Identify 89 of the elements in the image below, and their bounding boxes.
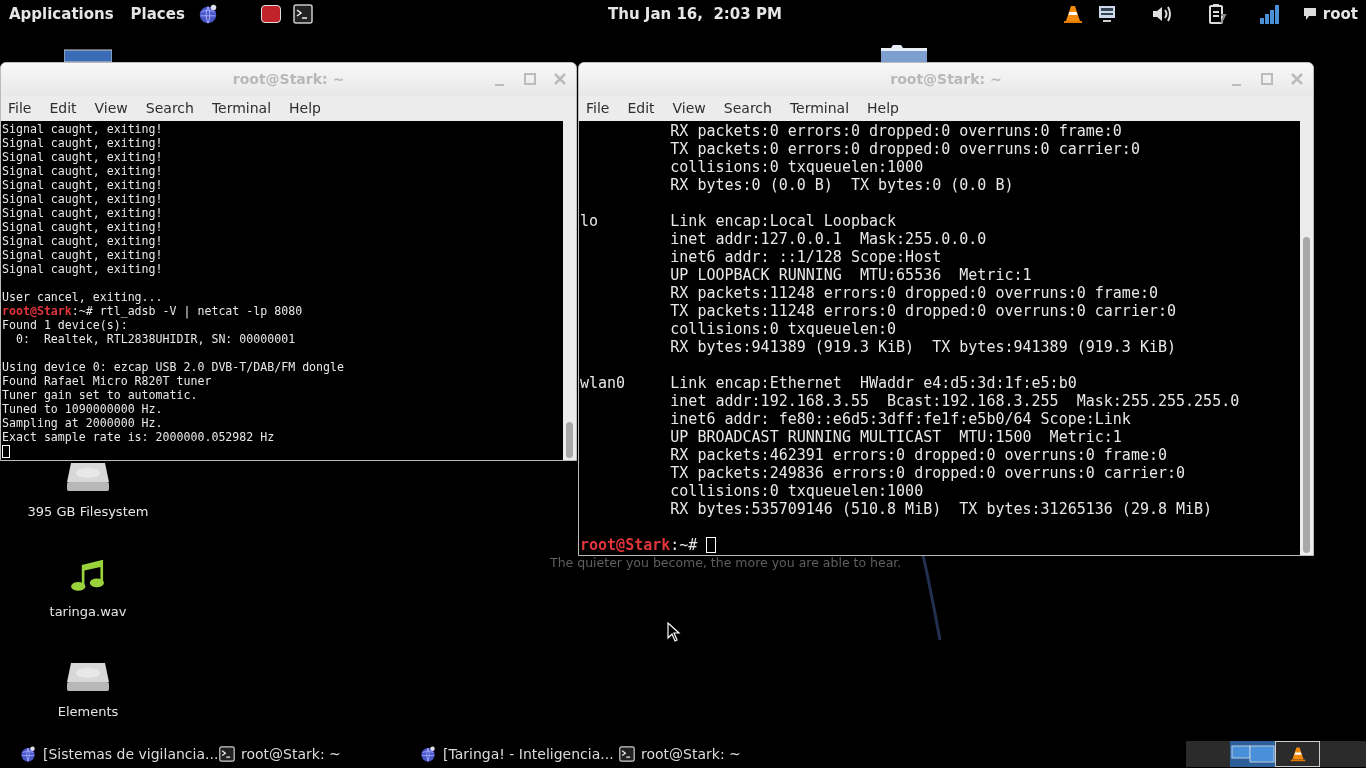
terminal-line: collisions:0 txqueuelen:1000 [669,158,924,176]
taskbar-item[interactable]: root@Stark: ~ [219,743,419,765]
terminal-line: Signal caught, exiting! [2,122,163,136]
menu-item[interactable]: Help [867,98,899,119]
terminal-line: UP BROADCAST RUNNING MULTICAST MTU:1500 Metric:1 [669,428,1122,446]
signal-bars-icon[interactable] [1258,4,1281,24]
terminal-line: RX bytes:941389 (919.3 KiB) TX bytes:941389 (919.3 KiB) [669,338,1177,356]
prompt-user: root@Stark [2,304,72,318]
battery-icon[interactable] [1206,3,1227,25]
terminal-line: Signal caught, exiting! [2,234,163,248]
terminal-line: Exact sample rate is: 2000000.052982 Hz [2,430,275,444]
terminal-line: User cancel, exiting... [2,290,163,304]
workspace[interactable] [1275,741,1320,767]
terminal-line: RX packets:11248 errors:0 dropped:0 overruns:0 frame:0 [669,284,1158,302]
chat-bubble-icon[interactable] [1302,7,1317,21]
terminal-line: Signal caught, exiting! [2,150,163,164]
traffic-cone-icon [1062,4,1083,24]
scrollbar[interactable] [1300,121,1313,555]
terminal-line: TX packets:249836 errors:0 dropped:0 overruns:0 carrier:0 [669,464,1186,482]
menu-item[interactable]: Search [723,98,772,119]
places-menu[interactable]: Places [130,2,185,26]
menu-item[interactable]: View [94,98,128,119]
terminal-line: Found 1 device(s): [2,318,128,332]
prompt-user: root@Stark [580,536,671,554]
terminal-icon [619,746,635,762]
globe-icon [19,745,37,763]
terminal-line: Signal caught, exiting! [2,262,163,276]
terminal-line: RX bytes:535709146 (510.8 MiB) TX bytes:31265136 (29.8 MiB) [669,500,1213,518]
terminal-line: inet6 addr: fe80::e6d5:3dff:fe1f:e5b0/64 Scope:Link [669,410,1131,428]
desktop-icon-label[interactable]: taringa.wav [49,601,127,621]
terminal-line: Tuner gain set to automatic. [2,388,198,402]
terminal-command: rtl_adsb -V | netcat -lp 8080 [99,304,303,318]
mouse-pointer-icon [667,622,681,642]
menu-item[interactable]: Terminal [789,98,850,119]
terminal-line: Signal caught, exiting! [2,136,163,150]
desktop-icon-label[interactable]: 395 GB Filesystem [27,501,149,521]
terminal-line: TX packets:0 errors:0 dropped:0 overruns:0 carrier:0 [669,140,1140,158]
terminal-line: inet6 addr: ::1/128 Scope:Host [669,248,942,266]
terminal-line: Signal caught, exiting! [2,164,163,178]
terminal-line: RX packets:462391 errors:0 dropped:0 overruns:0 frame:0 [669,446,1167,464]
window-title: root@Stark: ~ [232,70,345,89]
terminal-line: collisions:0 txqueuelen:1000 [669,482,924,500]
applications-menu[interactable]: Applications [9,2,114,26]
terminal-line: Signal caught, exiting! [2,248,163,262]
terminal-line: wlan0 Link encap:Ethernet HWaddr e4:d5:3d:1f:e5:b0 [580,374,1077,392]
terminal-line: RX bytes:0 (0.0 B) TX bytes:0 (0.0 B) [669,176,1014,194]
user-menu[interactable]: root [1322,2,1358,26]
terminal-line: Signal caught, exiting! [2,192,163,206]
window-title: root@Stark: ~ [890,70,1002,89]
taskbar-item[interactable]: [Sistemas de vigilancia... [19,743,219,765]
terminal-icon [219,746,235,762]
taskbar-item[interactable]: [Taringa! - Inteligencia... [419,743,619,765]
terminal-line: Signal caught, exiting! [2,220,163,234]
terminal-line: Using device 0: ezcap USB 2.0 DVB-T/DAB/FM dongle [2,360,345,374]
menu-item[interactable]: View [672,98,706,119]
terminal-line: Found Rafael Micro R820T tuner [2,374,212,388]
menu-item[interactable]: Terminal [211,98,272,119]
terminal-line: collisions:0 txqueuelen:0 [669,320,897,338]
scrollbar[interactable] [563,121,576,460]
traffic-cone-icon [1289,746,1306,762]
terminal-line: inet addr:127.0.0.1 Mask:255.0.0.0 [669,230,987,248]
window-thumbnails-icon [1230,744,1275,764]
taskbar-item[interactable]: root@Stark: ~ [619,743,819,765]
terminal-line: Sampling at 2000000 Hz. [2,416,163,430]
menu-item[interactable]: Help [289,98,321,119]
terminal-line: Signal caught, exiting! [2,206,163,220]
terminal-line: TX packets:11248 errors:0 dropped:0 overruns:0 carrier:0 [669,302,1177,320]
folder-icon[interactable] [881,44,927,62]
menu-item[interactable]: Edit [627,98,655,119]
volume-icon[interactable] [1150,4,1173,24]
menu-item[interactable]: Search [145,98,194,119]
menu-item[interactable]: File [8,98,32,119]
prompt-path: :~# [670,536,698,554]
terminal-icon [292,4,313,24]
terminal-line: RX packets:0 errors:0 dropped:0 overruns:0 frame:0 [669,122,1122,140]
terminal-line: lo Link encap:Local Loopback [580,212,897,230]
terminal-line: Signal caught, exiting! [2,178,163,192]
terminal-line: 0: Realtek, RTL2838UHIDIR, SN: 00000001 [14,332,296,346]
terminal-line: Tuned to 1090000000 Hz. [2,402,163,416]
menu-item[interactable]: File [586,98,610,119]
globe-icon [419,745,437,763]
clock[interactable]: Thu Jan 16, 2:03 PM [608,2,782,26]
prompt-path: :~# [71,304,93,318]
menu-item[interactable]: Edit [49,98,77,119]
terminal-line: inet addr:192.168.3.55 Bcast:192.168.3.255 Mask:255.255.255.0 [669,392,1240,410]
wallpaper-tagline: The quieter you become, the more you are able to hear. [550,554,902,572]
desktop-icon-label[interactable]: Elements [57,701,119,721]
terminal-line: UP LOOPBACK RUNNING MTU:65536 Metric:1 [669,266,1032,284]
cursor [2,444,10,458]
